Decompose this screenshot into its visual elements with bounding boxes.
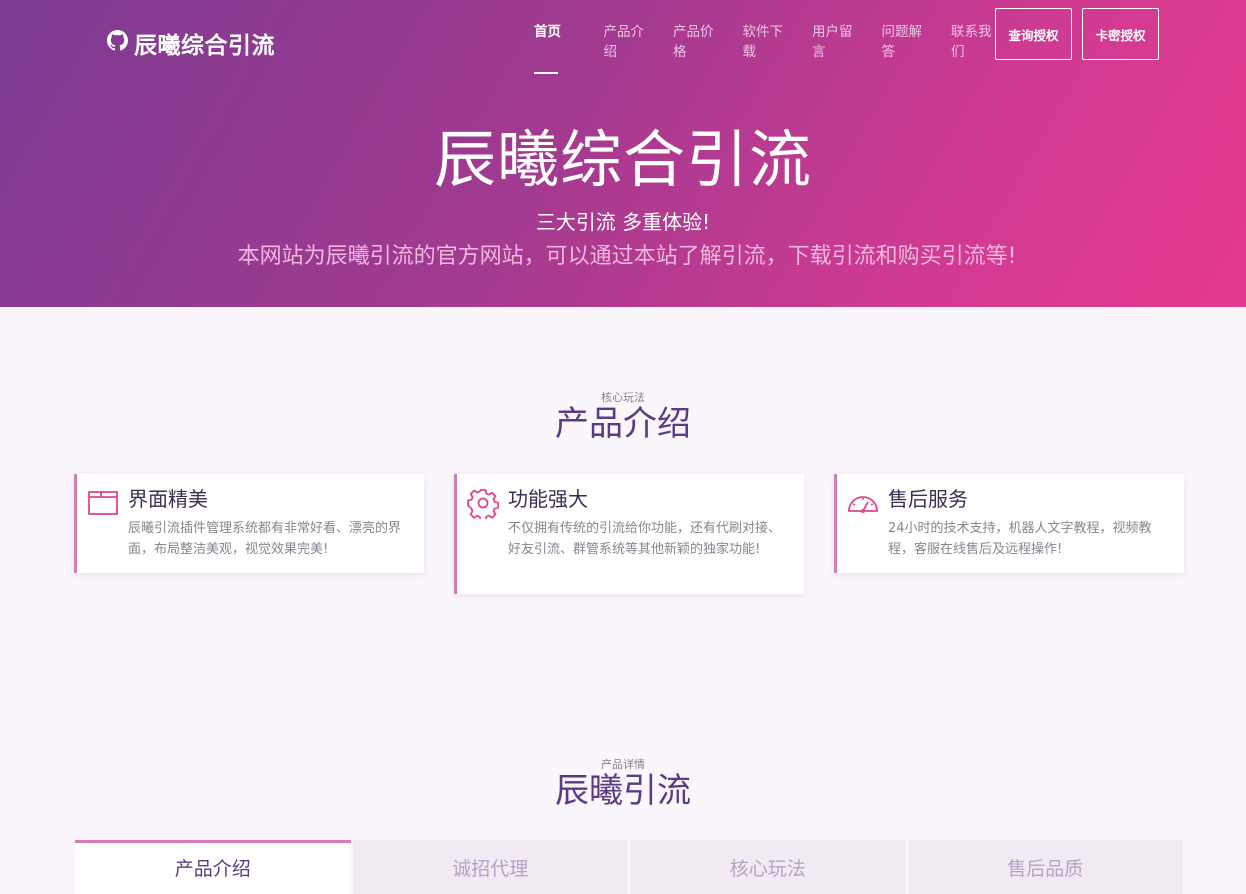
main-nav: 首页 产品介绍 产品价格 软件下载 用户留言 问题解答 联系我们 [534, 22, 1021, 74]
brand-logo[interactable]: 辰曦综合引流 [107, 28, 275, 59]
feature-card-desc: 24小时的技术支持，机器人文字教程，视频教程，客服在线售后及远程操作! [888, 521, 1152, 557]
nav-item-software-download[interactable]: 软件下载 [743, 22, 813, 62]
nav-item-product-intro[interactable]: 产品介绍 [604, 22, 674, 62]
browser-window-icon [87, 487, 119, 519]
tab-after-sales[interactable]: 售后品质 [907, 840, 1183, 894]
feature-card-desc: 辰曦引流插件管理系统都有非常好看、漂亮的界面，布局整洁美观，视觉效果完美! [128, 521, 402, 557]
detail-tabs: 产品介绍 诚招代理 核心玩法 售后品质 [75, 840, 1183, 894]
hero-subtitle: 三大引流 多重体验! [535, 210, 711, 234]
tab-core-gameplay[interactable]: 核心玩法 [630, 840, 906, 894]
feature-card-ui: 界面精美 辰曦引流插件管理系统都有非常好看、漂亮的界面，布局整洁美观，视觉效果完… [74, 474, 424, 573]
hero-title: 辰曦综合引流 [433, 123, 812, 196]
detail-title: 辰曦引流 [555, 771, 691, 811]
intro-title: 产品介绍 [555, 404, 691, 444]
feature-card-title: 功能强大 [508, 487, 588, 511]
hero-description: 本网站为辰曦引流的官方网站，可以通过本站了解引流，下载引流和购买引流等! [237, 244, 1017, 269]
tab-product-intro[interactable]: 产品介绍 [75, 840, 351, 894]
card-license-button[interactable]: 卡密授权 [1082, 8, 1159, 60]
feature-card-service: 售后服务 24小时的技术支持，机器人文字教程，视频教程，客服在线售后及远程操作! [834, 474, 1184, 573]
nav-item-user-messages[interactable]: 用户留言 [812, 22, 882, 62]
query-license-button[interactable]: 查询授权 [995, 8, 1072, 60]
github-icon [107, 29, 128, 57]
feature-card-title: 界面精美 [128, 487, 208, 511]
tab-agent-recruit[interactable]: 诚招代理 [352, 840, 628, 894]
feature-card-features: 功能强大 不仅拥有传统的引流给你功能，还有代刷对接、好友引流、群管系统等其他新颖… [454, 474, 804, 594]
brand-name: 辰曦综合引流 [134, 33, 275, 59]
nav-item-product-price[interactable]: 产品价格 [673, 22, 743, 62]
speedometer-icon [847, 487, 879, 519]
nav-item-faq[interactable]: 问题解答 [882, 22, 952, 62]
feature-card-title: 售后服务 [888, 487, 968, 511]
hero-banner: 辰曦综合引流 首页 产品介绍 产品价格 软件下载 用户留言 问题解答 联系我们 … [0, 0, 1246, 307]
feature-card-desc: 不仅拥有传统的引流给你功能，还有代刷对接、好友引流、群管系统等其他新颖的独家功能… [508, 521, 782, 557]
nav-item-home[interactable]: 首页 [534, 22, 604, 74]
gear-icon [467, 487, 500, 522]
